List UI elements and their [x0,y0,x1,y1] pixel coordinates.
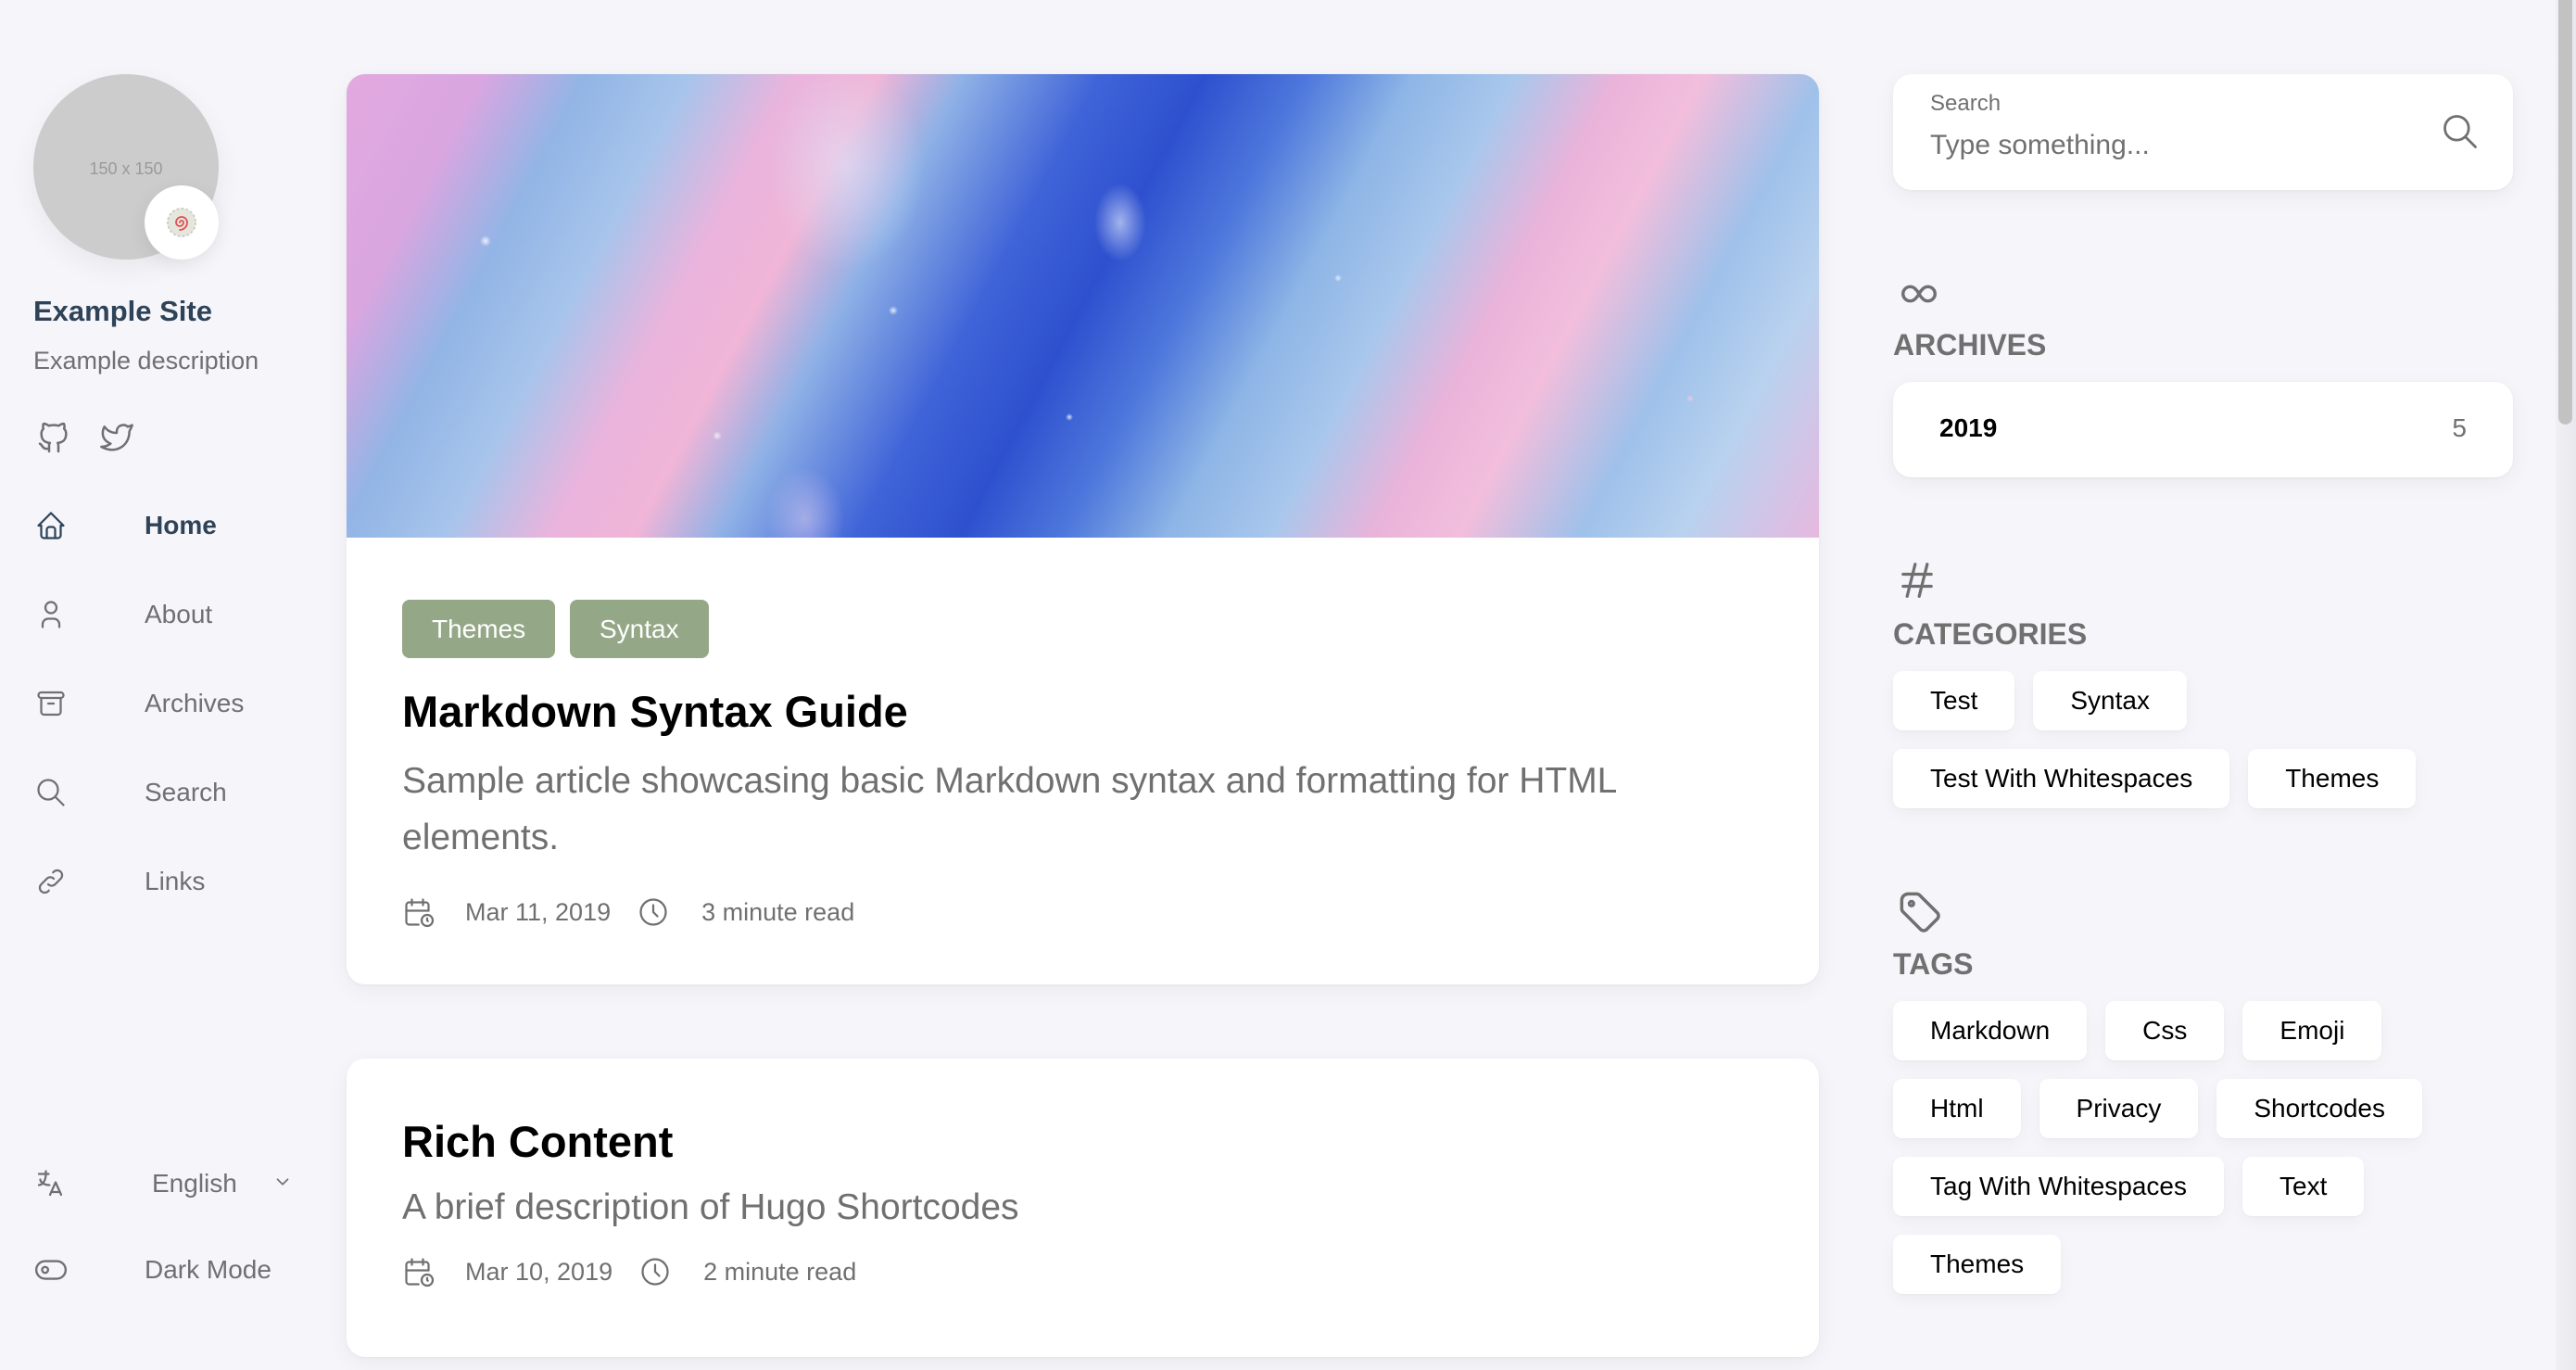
search-button[interactable] [2440,111,2481,152]
tag-chip[interactable]: Themes [1893,1235,2062,1294]
dark-mode-label: Dark Mode [145,1255,271,1284]
category-tag[interactable]: Syntax [570,600,709,658]
categories-widget-title: CATEGORIES [1893,617,2088,651]
tag-chip[interactable]: Tag With Whitespaces [1893,1157,2224,1216]
github-icon [38,422,68,453]
search-input[interactable] [1930,125,2431,166]
post-cover-image[interactable] [347,74,1819,538]
site-description: Example description [33,347,259,374]
clock-icon [637,895,670,929]
sidebar-item-label: Home [145,511,217,539]
archive-year-item[interactable]: 2019 5 [1893,382,2513,477]
sidebar-item-links[interactable]: Links [33,854,293,909]
sidebar-item-search[interactable]: Search [33,765,293,820]
sidebar-item-label: Search [145,778,227,806]
category-chip[interactable]: Test [1893,671,2015,730]
post-card[interactable]: Rich Content A brief description of Hugo… [347,1059,1819,1357]
tag-chip[interactable]: Shortcodes [2216,1079,2422,1138]
scrollbar-thumb[interactable] [2558,0,2572,425]
post-meta: Mar 11, 2019 3 minute read [402,894,854,931]
tag-chip[interactable]: Text [2242,1157,2365,1216]
category-chip[interactable]: Test With Whitespaces [1893,749,2230,808]
tag-chip[interactable]: Markdown [1893,1001,2088,1060]
calendar-time-icon [402,1255,436,1288]
infinity-icon [1893,273,1945,320]
category-chip[interactable]: Themes [2248,749,2417,808]
sidebar-item-about[interactable]: About [33,587,293,642]
archive-year: 2019 [1939,413,1998,442]
sidebar-item-archives[interactable]: Archives [33,676,293,731]
sidebar-item-label: Archives [145,689,245,717]
twitter-icon [100,424,133,451]
category-chip[interactable]: Syntax [2033,671,2187,730]
sidebar-item-home[interactable]: Home [33,498,293,553]
toggle-icon [33,1252,69,1288]
post-title[interactable]: Markdown Syntax Guide [402,686,908,737]
search-icon [33,775,69,810]
post-description: A brief description of Hugo Shortcodes [402,1187,1019,1227]
dark-mode-toggle[interactable]: Dark Mode [33,1247,311,1293]
clock-icon [638,1255,672,1288]
link-icon [33,864,69,899]
tag-chip[interactable]: Css [2105,1001,2225,1060]
post-title[interactable]: Rich Content [402,1116,673,1167]
post-date: Mar 11, 2019 [465,897,612,926]
site-title[interactable]: Example Site [33,295,212,328]
chevron-down-icon [272,1172,293,1197]
twitter-link[interactable] [98,419,135,456]
tag-icon [1893,885,1945,942]
site-emoji-badge [145,185,219,260]
calendar-time-icon [402,895,436,929]
tag-chip[interactable]: Emoji [2242,1001,2382,1060]
user-icon [33,597,69,632]
hash-icon [1893,556,1941,609]
github-link[interactable] [35,419,72,456]
language-selector[interactable]: English [33,1161,311,1207]
post-card[interactable]: Themes Syntax Markdown Syntax Guide Samp… [347,74,1819,984]
avatar-placeholder-text: 150 x 150 [89,159,163,178]
narutomaki-icon [167,208,196,237]
post-read-time: 2 minute read [703,1257,857,1286]
sidebar-item-label: About [145,600,213,628]
language-label: English [152,1169,237,1198]
category-list: Test Syntax Test With Whitespaces Themes [1893,671,2513,808]
post-meta: Mar 10, 2019 2 minute read [402,1253,856,1290]
language-icon [33,1167,67,1200]
category-tag[interactable]: Themes [402,600,556,658]
post-description: Sample article showcasing basic Markdown… [402,761,1616,857]
sidebar-item-label: Links [145,867,206,895]
home-icon [33,508,69,543]
tag-list: Markdown Css Emoji Html Privacy Shortcod… [1893,1001,2513,1294]
tag-chip[interactable]: Privacy [2039,1079,2199,1138]
tag-chip[interactable]: Html [1893,1079,2021,1138]
post-read-time: 3 minute read [701,897,855,926]
search-form: Search [1893,74,2513,190]
post-date: Mar 10, 2019 [465,1257,613,1286]
search-label: Search [1930,91,2001,116]
archives-widget-title: ARCHIVES [1893,328,2047,362]
tags-widget-title: TAGS [1893,947,1974,981]
archive-icon [33,686,69,721]
search-icon [2443,115,2477,148]
archive-count: 5 [2452,413,2467,442]
